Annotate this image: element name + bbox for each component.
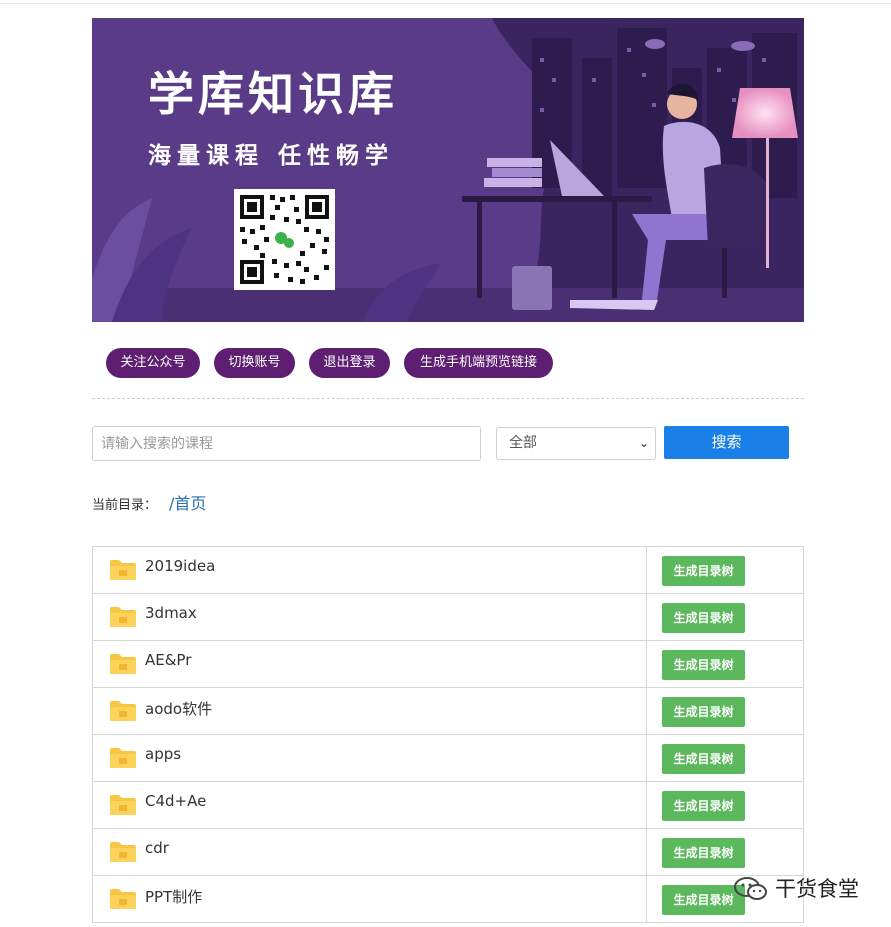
current-directory-label: 当前目录： [92,498,158,513]
folder-table: 2019idea 生成目录树 3dmax 生成目录树 AE&Pr 生成目录树 a… [92,546,804,923]
folder-icon [110,701,136,721]
table-row: AE&Pr 生成目录树 [92,641,804,688]
table-row: 3dmax 生成目录树 [92,594,804,641]
mobile-preview-link-button[interactable]: 生成手机端预览链接 [404,348,553,378]
folder-name[interactable]: apps [145,745,181,763]
top-border [0,3,891,4]
folder-name[interactable]: 3dmax [145,604,197,622]
folder-name[interactable]: AE&Pr [145,651,191,669]
generate-tree-button[interactable]: 生成目录树 [662,650,745,680]
generate-tree-button[interactable]: 生成目录树 [662,603,745,633]
generate-tree-button[interactable]: 生成目录树 [662,556,745,586]
breadcrumb-home-link[interactable]: /首页 [169,490,206,514]
table-row: apps 生成目录树 [92,735,804,782]
generate-tree-button[interactable]: 生成目录树 [662,744,745,774]
table-row: aodo软件 生成目录树 [92,688,804,735]
folder-icon [110,560,136,580]
dashed-divider [92,398,804,399]
table-row: cdr 生成目录树 [92,829,804,876]
watermark-text: 干货食堂 [775,877,859,901]
table-row: PPT制作 生成目录树 [92,876,804,923]
banner: 学库知识库 海量课程 任性畅学 [92,18,804,322]
search-scope-select[interactable]: 全部 ⌄ [496,427,656,460]
folder-name[interactable]: cdr [145,839,169,857]
follow-account-button[interactable]: 关注公众号 [106,348,200,378]
folder-name[interactable]: C4d+Ae [145,792,206,810]
generate-tree-button[interactable]: 生成目录树 [662,791,745,821]
folder-name[interactable]: aodo软件 [145,698,212,719]
chevron-down-icon: ⌄ [638,436,649,450]
course-search-input[interactable] [92,426,481,461]
logout-button[interactable]: 退出登录 [309,348,390,378]
banner-title: 学库知识库 [148,67,398,121]
folder-icon [110,842,136,862]
generate-tree-button[interactable]: 生成目录树 [662,697,745,727]
folder-name[interactable]: 2019idea [145,557,215,575]
folder-icon [110,889,136,909]
folder-icon [110,607,136,627]
folder-icon [110,795,136,815]
table-row: 2019idea 生成目录树 [92,547,804,594]
folder-icon [110,748,136,768]
switch-account-button[interactable]: 切换账号 [214,348,295,378]
banner-subtitle: 海量课程 任性畅学 [148,143,395,169]
search-button[interactable]: 搜索 [664,426,789,459]
generate-tree-button[interactable]: 生成目录树 [662,838,745,868]
search-scope-value: 全部 [509,435,537,451]
folder-icon [110,654,136,674]
table-row: C4d+Ae 生成目录树 [92,782,804,829]
wechat-icon [734,877,767,900]
folder-name[interactable]: PPT制作 [145,886,202,907]
qr-code [234,189,335,290]
